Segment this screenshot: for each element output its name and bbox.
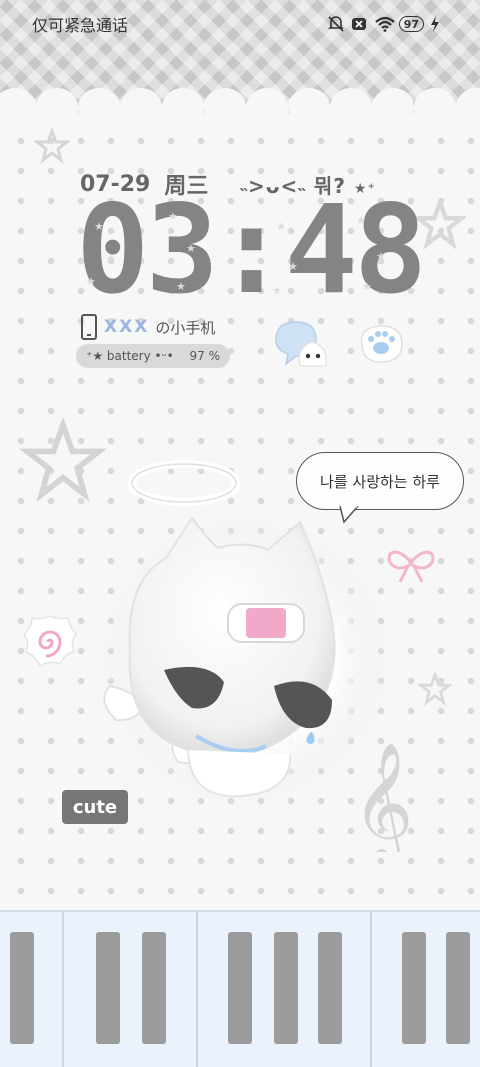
- battery-icon: 97: [398, 16, 424, 32]
- chat-ghost-icon[interactable]: [272, 318, 334, 370]
- piano-black-key: [142, 932, 166, 1044]
- clock-time: 03:48: [76, 179, 427, 321]
- battery-widget-percent: 97 %: [189, 349, 221, 363]
- battery-widget-label: ⁺★ battery •ᵕ•: [86, 349, 174, 363]
- speech-bubble-text: 나를 사랑하는 하루: [320, 472, 440, 491]
- piano-keyboard: [0, 910, 480, 1067]
- status-icons: 97: [327, 16, 448, 32]
- piano-white-key: [370, 912, 372, 1067]
- piano-black-key: [274, 932, 298, 1044]
- mute-icon: [327, 16, 345, 32]
- phone-icon: [81, 314, 97, 340]
- swirl-candy-icon: [22, 615, 77, 668]
- cute-badge: cute: [62, 790, 128, 824]
- ribbon-icon: [387, 550, 435, 583]
- carrier-text: 仅可紧急通话: [32, 16, 129, 35]
- angel-cat-character[interactable]: [96, 500, 386, 810]
- piano-black-key: [446, 932, 470, 1044]
- status-bar: 仅可紧急通话 97: [0, 0, 480, 48]
- paw-icon[interactable]: [354, 320, 408, 368]
- piano-black-key: [228, 932, 252, 1044]
- piano-black-key: [318, 932, 342, 1044]
- phone-owner-row: XXX の小手机: [80, 314, 215, 340]
- piano-black-key: [96, 932, 120, 1044]
- piano-black-key: [10, 932, 34, 1044]
- battery-widget: ⁺★ battery •ᵕ• 97 %: [76, 344, 230, 368]
- piano-white-key: [196, 912, 198, 1067]
- piano-black-key: [402, 932, 426, 1044]
- sim-off-icon: [351, 16, 369, 32]
- svg-text:𝄞: 𝄞: [352, 742, 413, 852]
- treble-clef-icon: 𝄞: [352, 742, 413, 852]
- scallop-edge: [0, 84, 480, 126]
- wifi-icon: [374, 16, 395, 32]
- charging-icon: [430, 16, 448, 32]
- lock-clock[interactable]: 03:48 ★ ★ ★ ★ ★ ★ ★ ★ ★ ★ ★ ★: [76, 189, 427, 311]
- piano-white-key: [62, 912, 64, 1067]
- owner-name: XXX: [104, 317, 150, 337]
- star-outline-icon: [418, 672, 452, 706]
- owner-suffix: の小手机: [155, 318, 216, 337]
- star-outline-icon: [34, 128, 70, 164]
- star-outline-icon: [20, 418, 106, 502]
